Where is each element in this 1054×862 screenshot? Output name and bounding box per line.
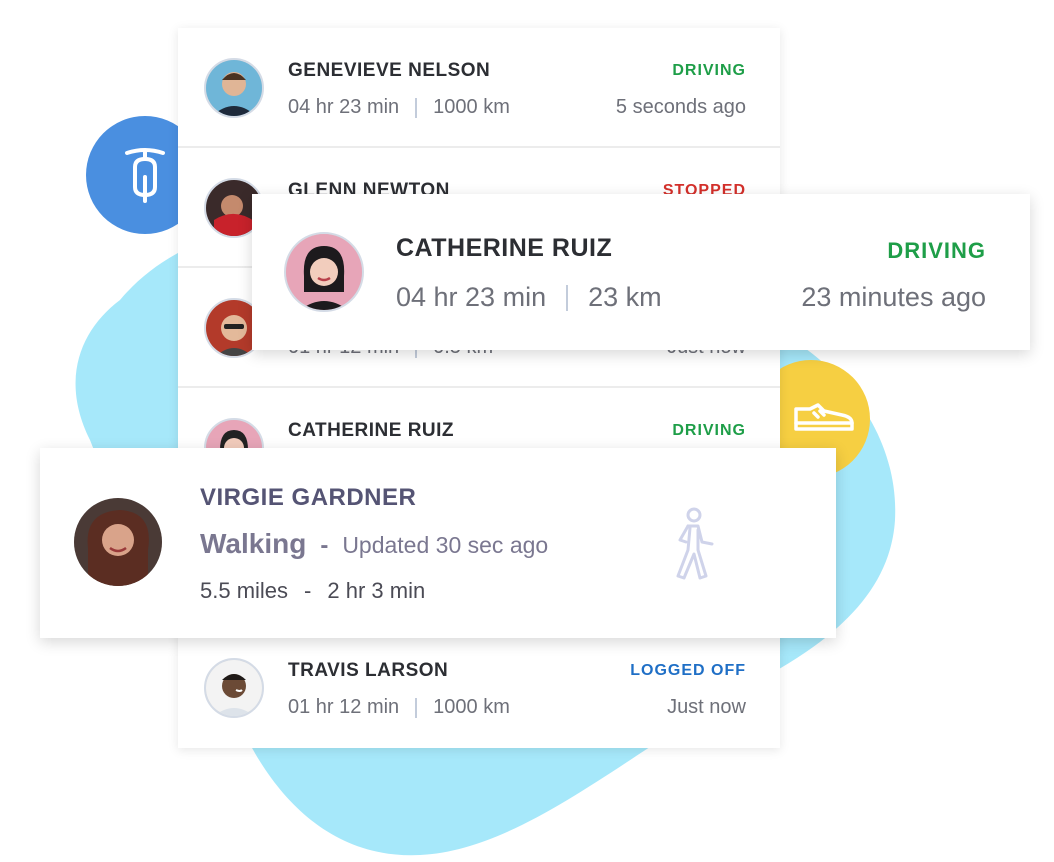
walking-person-icon (676, 507, 714, 580)
driver-name: CATHERINE RUIZ (396, 234, 613, 262)
status-badge: LOGGED OFF (630, 662, 746, 679)
avatar (204, 58, 264, 118)
activity-line: Walking - Updated 30 sec ago (200, 528, 548, 560)
avatar (284, 232, 364, 312)
divider (566, 284, 569, 311)
status-badge: DRIVING (672, 422, 746, 439)
trip-meta: 01 hr 12 min 1000 km (288, 696, 510, 719)
list-item[interactable]: TRAVIS LARSON LOGGED OFF 01 hr 12 min 10… (178, 628, 780, 748)
driver-name: CATHERINE RUIZ (288, 420, 455, 441)
driver-name: VIRGIE GARDNER (200, 484, 417, 511)
highlighted-driver-card[interactable]: CATHERINE RUIZ DRIVING 04 hr 23 min 23 k… (252, 194, 1030, 350)
list-item[interactable]: GENEVIEVE NELSON DRIVING 04 hr 23 min 10… (178, 28, 780, 148)
trip-duration: 2 hr 3 min (327, 578, 426, 603)
trip-distance: 1000 km (433, 96, 510, 118)
walking-driver-card[interactable]: VIRGIE GARDNER Walking - Updated 30 sec … (40, 448, 836, 638)
driver-name: TRAVIS LARSON (288, 660, 449, 681)
divider (415, 97, 418, 118)
separator: - (304, 578, 312, 603)
avatar (74, 498, 162, 586)
trip-distance: 5.5 miles (200, 578, 289, 603)
driver-name: GENEVIEVE NELSON (288, 60, 491, 81)
activity-label: Walking (200, 528, 307, 559)
avatar (204, 658, 264, 718)
trip-duration: 04 hr 23 min (396, 282, 547, 312)
last-updated: 5 seconds ago (615, 96, 746, 118)
separator: - (320, 532, 329, 559)
driver-list: GENEVIEVE NELSON DRIVING 04 hr 23 min 10… (178, 28, 780, 748)
last-updated: Updated 30 sec ago (342, 532, 549, 558)
status-badge: DRIVING (887, 238, 986, 263)
trip-meta: 04 hr 23 min 23 km (396, 282, 662, 313)
trip-duration: 04 hr 23 min (288, 96, 400, 118)
trip-distance: 1000 km (433, 696, 510, 718)
divider (415, 697, 418, 718)
trip-meta: 04 hr 23 min 1000 km (288, 96, 510, 119)
trip-duration: 01 hr 12 min (288, 696, 400, 718)
trip-distance: 23 km (588, 282, 662, 312)
last-updated: Just now (667, 696, 746, 718)
status-badge: DRIVING (672, 62, 746, 79)
trip-meta: 5.5 miles - 2 hr 3 min (200, 578, 425, 604)
last-updated: 23 minutes ago (801, 282, 986, 312)
